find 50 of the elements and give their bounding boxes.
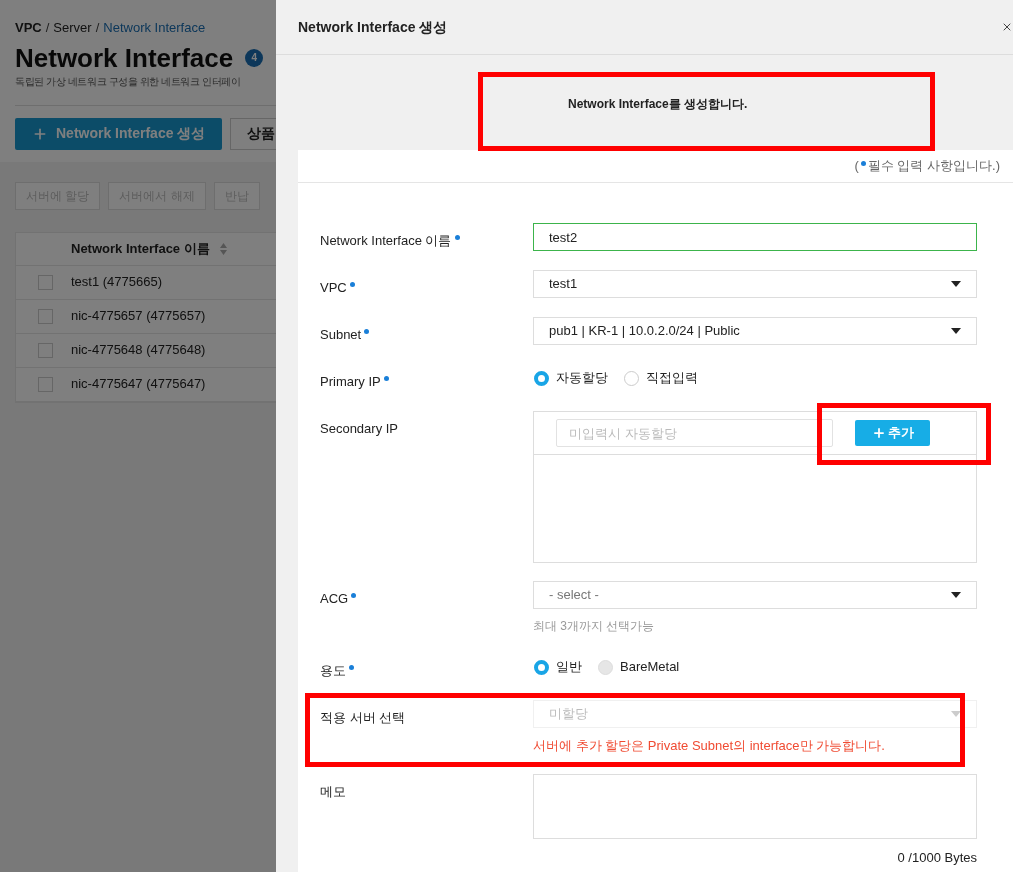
radio-option[interactable]: 자동할당 (534, 368, 608, 388)
page-title: Network Interface (15, 41, 234, 74)
radio-option[interactable]: 직접입력 (624, 368, 698, 388)
select-field[interactable]: - select - (533, 581, 977, 609)
sort-icon[interactable] (219, 242, 227, 255)
intro-text: Network Interface를 생성합니다. (568, 95, 748, 113)
modal-title: Network Interface 생성 (298, 17, 448, 37)
close-icon[interactable] (1001, 21, 1013, 33)
field-label: Secondary IP (320, 421, 399, 436)
breadcrumb-link[interactable]: VPC (15, 18, 42, 38)
field-label: 용도 (320, 663, 346, 678)
field-label: 적용 서버 선택 (320, 710, 406, 725)
field-hint: 최대 3개까지 선택가능 (533, 618, 656, 635)
row-checkbox[interactable] (38, 342, 53, 358)
breadcrumb-separator: / (95, 19, 100, 37)
add-button[interactable]: 추가 (855, 420, 930, 446)
caret-icon (951, 592, 961, 598)
caret-icon (951, 328, 961, 334)
breadcrumb-link[interactable]: Server (53, 18, 92, 38)
count-badge: 4 (245, 48, 264, 67)
select-field[interactable]: pub1 | KR-1 | 10.0.2.0/24 | Public (533, 317, 977, 345)
field-label: Network Interface 이름 (320, 233, 452, 248)
required-note: 필수 입력 사항입니다.) (867, 157, 1000, 176)
ip-input-field[interactable]: 미입력시 자동할당 (556, 419, 833, 447)
page-description: 독립된 가상 네트워크 구성을 위한 네트워크 인터페이 (15, 74, 241, 89)
field-label: Primary IP (320, 374, 381, 389)
row-checkbox[interactable] (38, 274, 53, 290)
table-cell-text: nic-4775647 (4775647) (71, 375, 206, 394)
breadcrumb-link[interactable]: Network Interface (103, 18, 206, 38)
field-label: VPC (320, 280, 347, 295)
row-checkbox[interactable] (38, 376, 53, 392)
memo-field[interactable] (533, 773, 977, 839)
select-field[interactable]: test1 (533, 270, 977, 298)
error-message: 서버에 추가 할당은 Private Subnet의 interface만 가능합니다. (533, 737, 886, 755)
breadcrumb-separator: / (45, 19, 50, 37)
table-cell-text: nic-4775657 (4775657) (71, 307, 206, 326)
field-label: 메모 (320, 783, 346, 799)
field-label: ACG (320, 591, 349, 606)
row-checkbox[interactable] (38, 308, 53, 324)
plus-icon (871, 426, 886, 440)
note-bracket: ( (854, 157, 859, 176)
caret-icon (951, 711, 961, 717)
text-field[interactable]: test2 (533, 223, 977, 251)
column-header[interactable]: Network Interface 이름 (71, 238, 210, 259)
table-cell-text: test1 (4775665) (71, 273, 163, 292)
field-label: Subnet (320, 327, 362, 342)
table-cell-text: nic-4775648 (4775648) (71, 341, 206, 360)
byte-counter: 0 /1000 Bytes (897, 848, 977, 867)
radio-option[interactable]: 일반 (534, 657, 582, 677)
caret-icon (951, 281, 961, 287)
